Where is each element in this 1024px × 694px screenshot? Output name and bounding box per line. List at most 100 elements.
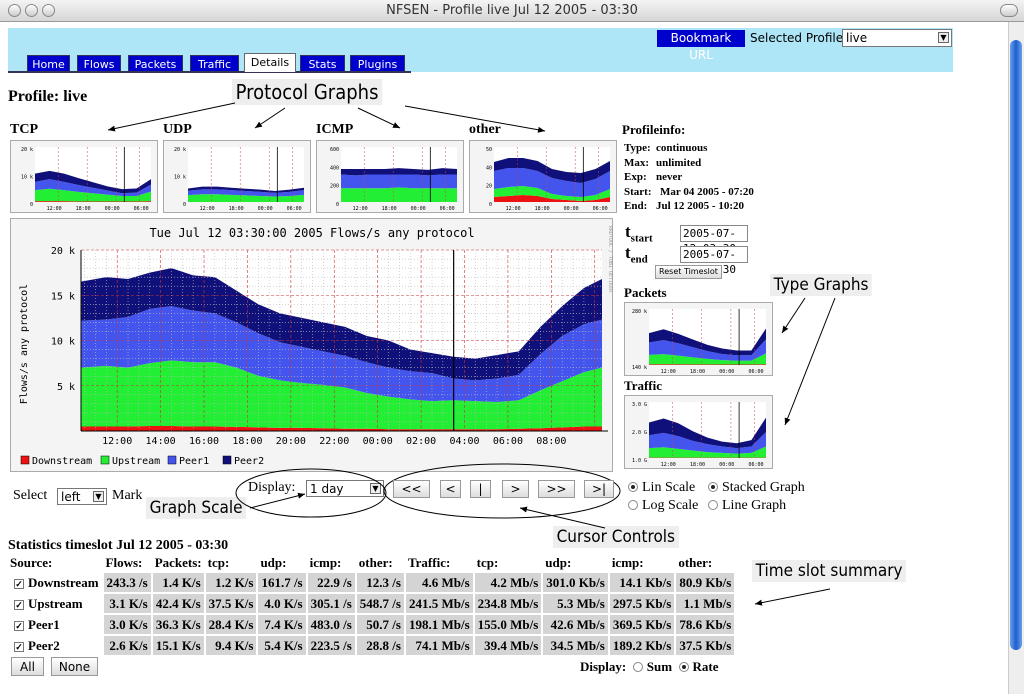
source-cell[interactable]: ✓ Downstream	[8, 573, 102, 592]
thumb-ytick: 50	[486, 147, 492, 153]
thumb-xtick: 12:00	[200, 206, 215, 212]
reset-timeslot-button[interactable]: Reset Timeslot	[655, 265, 722, 279]
stacked-graph-radio[interactable]: Stacked Graph	[708, 480, 805, 496]
stats-header: udp:	[545, 555, 572, 570]
graph-scale-select[interactable]: 1 day ▼	[306, 480, 384, 497]
thumb-xtick: 12:00	[661, 369, 676, 375]
stats-display-label: Display:	[580, 659, 627, 674]
thumb-ytick: 10 k	[174, 175, 186, 181]
icmp-graph-thumbnail[interactable]: 600 400 200 0 12:00 18:00 00:00 06:00	[316, 140, 464, 213]
stat-value: 369.5 Kb/s	[609, 615, 675, 634]
other-graph-thumbnail[interactable]: 50 40 20 0 12:00 18:00 00:00 06:00	[469, 140, 617, 213]
stat-value: 39.4 Mb/s	[474, 636, 542, 655]
tstart-label: tstart	[625, 222, 653, 245]
profileinfo-row: End: Jul 12 2005 - 10:20	[624, 200, 744, 212]
protocol-label-other: other	[469, 122, 501, 137]
tcp-graph-thumbnail[interactable]: 20 k 10 k 0 12:00 18:00 00:00 06:00	[10, 140, 158, 213]
legend-label: Peer2	[234, 456, 264, 467]
stats-table: Source: Flows: Packets: tcp: udp: icmp: other:…	[6, 553, 736, 657]
thumb-xtick: 12:00	[661, 462, 676, 468]
window-titlebar: NFSEN - Profile live Jul 12 2005 - 03:30	[0, 0, 1024, 22]
source-cell[interactable]: ✓ Peer1	[8, 615, 102, 634]
tab-flows[interactable]: Flows	[77, 55, 121, 72]
cursor-rewind-far-button[interactable]: <<	[393, 480, 430, 498]
tab-plugins[interactable]: Plugins	[350, 55, 405, 72]
radio-icon	[632, 662, 643, 672]
bookmark-url-button[interactable]: Bookmark URL	[657, 30, 745, 62]
window-title: NFSEN - Profile live Jul 12 2005 - 03:30	[386, 3, 638, 18]
cursor-center-button[interactable]: |	[470, 480, 491, 498]
thumb-ytick: 10 k	[21, 175, 33, 181]
thumb-xtick: 00:00	[258, 206, 273, 212]
thumb-xtick: 18:00	[690, 369, 705, 375]
select-all-button[interactable]: All	[11, 657, 44, 676]
thumb-xtick: 06:00	[748, 369, 763, 375]
thumb-xtick: 06:00	[134, 206, 149, 212]
packets-graph-thumbnail[interactable]: 280 k 140 k 12:00 18:00 00:00 06:00	[624, 302, 773, 376]
time-slot-summary-annotation: Time slot summary	[752, 560, 907, 582]
rate-radio[interactable]: Rate	[678, 659, 719, 674]
cursor-forward-far-button[interactable]: >>	[538, 480, 575, 498]
thumb-ytick: 20 k	[21, 147, 33, 153]
x-tick-label: 12:00	[102, 436, 132, 447]
minimize-window-button[interactable]	[25, 4, 38, 17]
tab-details[interactable]: Details	[244, 53, 296, 72]
stats-row: ✓ Peer1 3.0 K/s 36.3 K/s 28.4 K/s 7.4 K/s 483.…	[8, 615, 735, 634]
stat-value: 243.3 /s	[103, 573, 151, 592]
main-flows-chart[interactable]: Tue Jul 12 03:30:00 2005 Flows/s any pro…	[10, 218, 613, 472]
log-scale-radio[interactable]: Log Scale	[628, 498, 698, 514]
zoom-window-button[interactable]	[42, 4, 55, 17]
cursor-jump-end-button[interactable]: >|	[584, 480, 614, 498]
tstart-input[interactable]: 2005-07-12-03-30	[680, 225, 748, 255]
scrollbar-thumb[interactable]	[1010, 40, 1022, 650]
stats-header: tcp:	[476, 555, 499, 570]
traffic-graph-thumbnail[interactable]: 3.0 G 2.0 G 1.0 G 12:00 18:00 00:00 06:00	[624, 395, 773, 469]
profileinfo-row: Max: unlimited	[624, 156, 702, 169]
source-cell[interactable]: ✓ Peer2	[8, 636, 102, 655]
x-tick-label: 06:00	[493, 436, 523, 447]
tend-input[interactable]: 2005-07-12-03-30	[680, 246, 748, 276]
tab-traffic[interactable]: Traffic	[190, 55, 239, 72]
arrow-icon	[754, 588, 831, 606]
x-tick-label: 22:00	[319, 436, 349, 447]
checkbox-checked-icon[interactable]: ✓	[14, 641, 24, 652]
main-chart-svg: Tue Jul 12 03:30:00 2005 Flows/s any pro…	[19, 226, 613, 467]
checkbox-checked-icon[interactable]: ✓	[14, 578, 24, 589]
page-title: Profile: live	[8, 88, 88, 105]
stat-value: 12.3 /s	[356, 573, 404, 592]
cursor-step-back-button[interactable]: <	[440, 480, 461, 498]
stats-header: icmp:	[309, 555, 342, 570]
stat-value: 4.2 Mb/s	[474, 573, 542, 592]
stats-row: ✓ Peer2 2.6 K/s 15.1 K/s 9.4 K/s 5.4 K/s 223.5…	[8, 636, 735, 655]
thumb-ytick: 200	[330, 184, 339, 190]
thumb-xtick: 18:00	[535, 206, 550, 212]
cursor-step-forward-button[interactable]: >	[502, 480, 529, 498]
stat-value: 78.6 Kb/s	[676, 615, 735, 634]
tab-stats[interactable]: Stats	[300, 55, 345, 72]
toolbar-toggle-button[interactable]	[1000, 4, 1018, 17]
mark-select[interactable]: left ▼	[57, 488, 107, 505]
source-cell[interactable]: ✓ Upstream	[8, 594, 102, 613]
stat-value: 37.5 Kb/s	[676, 636, 735, 655]
udp-graph-thumbnail[interactable]: 20 k 10 k 0 12:00 18:00 00:00 06:00	[163, 140, 311, 213]
select-none-button[interactable]: None	[51, 657, 98, 676]
arrow-icon	[357, 107, 401, 129]
stats-header: Source:	[10, 555, 53, 570]
tab-packets[interactable]: Packets	[128, 55, 183, 72]
legend-label: Peer1	[179, 456, 209, 467]
thumb-ytick: 0	[30, 202, 33, 208]
thumb-xtick: 00:00	[411, 206, 426, 212]
checkbox-checked-icon[interactable]: ✓	[14, 599, 24, 610]
lin-scale-radio[interactable]: Lin Scale	[628, 480, 695, 496]
close-window-button[interactable]	[8, 4, 21, 17]
tab-home[interactable]: Home	[27, 55, 70, 72]
arrow-icon	[254, 107, 286, 129]
checkbox-checked-icon[interactable]: ✓	[14, 620, 24, 631]
stat-value: 14.1 Kb/s	[609, 573, 675, 592]
stat-value: 3.0 K/s	[103, 615, 151, 634]
type-graphs-annotation: Type Graphs	[770, 274, 873, 296]
profile-select[interactable]: live ▼	[842, 29, 952, 47]
stat-value: 297.5 Kb/s	[609, 594, 675, 613]
sum-radio[interactable]: Sum	[632, 659, 672, 674]
line-graph-radio[interactable]: Line Graph	[708, 498, 786, 514]
